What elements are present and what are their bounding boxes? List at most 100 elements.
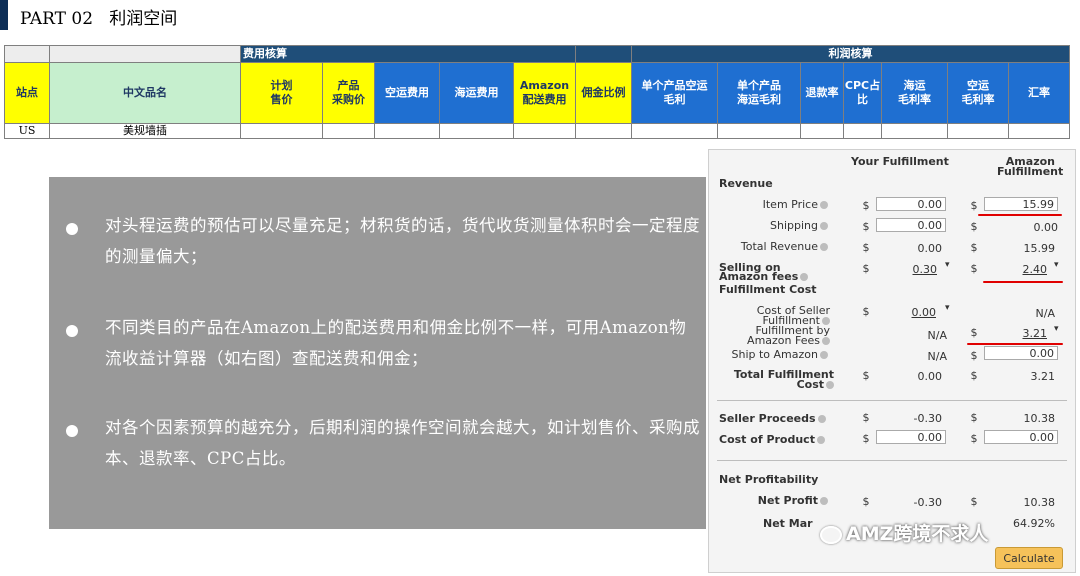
cost-profit-sheet: 费用核算 利润核算 站点 中文品名 计划 售价 产品 采购价 空运费用 海运费用 Amazo… (4, 45, 1070, 139)
sheet-cell[interactable] (322, 123, 375, 139)
seller-proceeds-label: Seller Proceeds (719, 412, 826, 425)
column-header: 空运 毛利率 (947, 62, 1009, 124)
help-icon[interactable] (816, 436, 825, 444)
sheet-cell[interactable] (631, 123, 718, 139)
page-title: PART 02 利润空间 (20, 9, 178, 29)
shipping-label: Shipping (724, 220, 828, 231)
total-revenue-amazon-value: 15.99 (1023, 242, 1056, 255)
ship-to-amazon-label: Ship to Amazon (724, 349, 828, 360)
seller-proceeds-amazon-value: 10.38 (1023, 412, 1056, 425)
help-icon[interactable] (820, 201, 828, 209)
net-margin-label: Net Mar (763, 517, 813, 530)
seller-fulfillment-your-link[interactable]: 0.00 (866, 306, 937, 319)
help-icon[interactable] (822, 337, 830, 345)
fba-fees-label: Fulfillment by Amazon Fees (747, 324, 830, 347)
currency-symbol: $ (862, 495, 870, 508)
shipping-your-input[interactable]: 0.00 (876, 218, 946, 232)
column-header: 单个产品空运 毛利 (631, 62, 718, 124)
wechat-icon (820, 525, 842, 544)
ship-to-amazon-input[interactable]: 0.00 (984, 346, 1058, 360)
column-header: Amazon 配送费用 (513, 62, 576, 124)
column-header: 单个产品 海运毛利 (717, 62, 801, 124)
item-price-your-input[interactable]: 0.00 (876, 197, 946, 211)
shipping-amazon-value: 0.00 (1033, 221, 1059, 234)
watermark: AMZ跨境不求人 (820, 519, 988, 546)
sheet-cell[interactable] (1008, 123, 1070, 139)
currency-symbol: $ (862, 199, 870, 212)
item-price-amazon-input[interactable]: 15.99 (984, 197, 1058, 211)
sheet-cell[interactable] (513, 123, 576, 139)
cost-of-product-your-input[interactable]: 0.00 (876, 430, 946, 444)
sheet-cell[interactable] (575, 123, 632, 139)
currency-symbol: $ (862, 220, 870, 233)
dropdown-caret-icon[interactable]: ▾ (1054, 324, 1059, 334)
fba-fees-amazon-link[interactable]: 3.21 (977, 327, 1048, 340)
help-icon[interactable] (826, 381, 834, 389)
divider (717, 400, 1067, 401)
bullet-dot-icon (66, 425, 78, 437)
currency-symbol: $ (862, 432, 870, 445)
currency-symbol: $ (862, 241, 870, 254)
selling-fees-amazon-link[interactable]: 2.40 (977, 263, 1048, 276)
fba-revenue-calculator: Your Fulfillment Amazon Fulfillment Reve… (708, 149, 1076, 573)
highlight-underline (983, 281, 1063, 283)
sheet-cell[interactable] (881, 123, 948, 139)
sheet-cell[interactable] (947, 123, 1009, 139)
profit-group-header: 利润核算 (631, 45, 1070, 63)
bullet-dot-icon (66, 325, 78, 337)
tip-text: 对各个因素预算的越充分，后期利润的操作空间就会越大，如计划售价、采购成本、退款率… (105, 418, 700, 468)
total-fulfillment-your-value: 0.00 (917, 370, 943, 383)
column-header: 汇率 (1008, 62, 1070, 124)
help-icon[interactable] (820, 222, 828, 230)
dropdown-caret-icon[interactable]: ▾ (945, 260, 950, 270)
sheet-cell[interactable] (240, 123, 323, 139)
tip-text: 不同类目的产品在Amazon上的配送费用和佣金比例不一样，可用Amazon物流收… (105, 318, 687, 368)
currency-symbol: $ (970, 432, 978, 445)
sheet-cell[interactable] (843, 123, 882, 139)
sheet-corner-cell (4, 45, 50, 63)
column-header: 中文品名 (49, 62, 241, 124)
ship-to-amazon-your-value: N/A (927, 350, 947, 363)
sheet-cell[interactable] (717, 123, 801, 139)
help-icon[interactable] (817, 415, 826, 423)
total-fulfillment-amazon-value: 3.21 (1030, 370, 1056, 383)
bullet-dot-icon (66, 223, 78, 235)
title-accent-bar (0, 0, 8, 30)
your-fulfillment-header: Your Fulfillment (851, 155, 949, 168)
seller-fulfillment-label: Cost of Seller Fulfillment (756, 304, 830, 327)
cost-of-product-amazon-input[interactable]: 0.00 (984, 430, 1058, 444)
column-header: 退款率 (800, 62, 844, 124)
column-header: 计划 售价 (240, 62, 323, 124)
column-header: 空运费用 (374, 62, 440, 124)
calculate-button[interactable]: Calculate (995, 547, 1063, 569)
dropdown-caret-icon[interactable]: ▾ (1054, 260, 1059, 270)
highlight-underline (978, 214, 1062, 216)
currency-symbol: $ (970, 369, 978, 382)
column-header: CPC占 比 (843, 62, 882, 124)
divider (717, 460, 1067, 461)
dropdown-caret-icon[interactable]: ▾ (945, 303, 950, 313)
currency-symbol: $ (862, 369, 870, 382)
currency-symbol: $ (970, 411, 978, 424)
help-icon[interactable] (820, 351, 828, 359)
sheet-cell[interactable] (800, 123, 844, 139)
help-icon[interactable] (800, 273, 809, 281)
help-icon[interactable] (820, 243, 828, 251)
sheet-cell[interactable] (439, 123, 514, 139)
sheet-navy-cell (575, 45, 632, 63)
currency-symbol: $ (970, 241, 978, 254)
cost-group-header: 费用核算 (240, 45, 576, 63)
help-icon[interactable] (820, 497, 828, 505)
sheet-cell[interactable] (374, 123, 440, 139)
net-margin-amazon-value: 64.92% (1013, 517, 1055, 530)
site-cell[interactable]: US (4, 123, 50, 139)
net-profitability-section-title: Net Profitability (719, 473, 819, 486)
cost-of-product-label: Cost of Product (719, 433, 825, 446)
revenue-section-title: Revenue (719, 177, 773, 190)
sheet-blank-cell (49, 45, 241, 63)
item-price-label: Item Price (724, 199, 828, 210)
currency-symbol: $ (970, 495, 978, 508)
product-name-cell[interactable]: 美规墙插 (49, 123, 241, 139)
selling-fees-your-link[interactable]: 0.30 (867, 263, 938, 276)
currency-symbol: $ (970, 199, 978, 212)
